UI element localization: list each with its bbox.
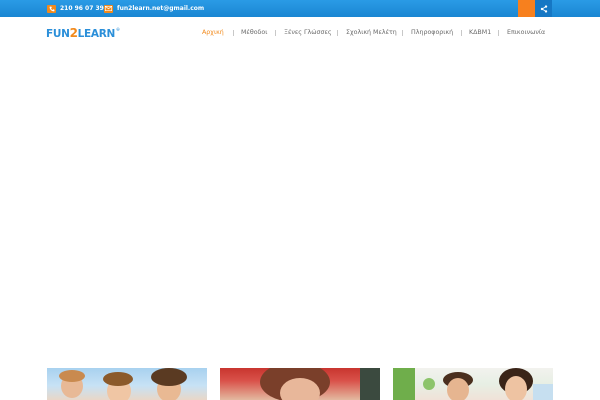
phone-number: 210 96 07 398 [60, 5, 109, 12]
nav-separator [233, 30, 234, 36]
nav-item-methods[interactable]: Μέθοδοι [241, 27, 267, 39]
feature-image-children[interactable] [47, 368, 207, 400]
nav-item-school-study[interactable]: Σχολική Μελέτη [346, 27, 397, 39]
nav-separator [275, 30, 276, 36]
nav-item-contact[interactable]: Επικοινωνία [507, 27, 545, 39]
nav-item-foreign-languages[interactable]: Ξένες Γλώσσες [284, 27, 332, 39]
nav-item-kdvm1[interactable]: ΚΔΒΜ1 [469, 27, 491, 39]
contact-phone[interactable]: 210 96 07 398 [47, 0, 108, 17]
nav-separator [402, 30, 403, 36]
contact-email[interactable]: fun2learn.net@gmail.com [104, 0, 204, 17]
email-address: fun2learn.net@gmail.com [117, 5, 205, 12]
main-nav: Αρχική Μέθοδοι Ξένες Γλώσσες Σχολική Μελ… [0, 27, 600, 39]
share-button[interactable] [535, 0, 552, 17]
feature-image-study[interactable] [220, 368, 380, 400]
nav-item-computing[interactable]: Πληροφορική [411, 27, 453, 39]
phone-icon [47, 4, 56, 13]
envelope-icon [104, 4, 113, 13]
share-icon [540, 4, 547, 13]
nav-separator [498, 30, 499, 36]
topbar-accent-block [518, 0, 535, 17]
nav-separator [337, 30, 338, 36]
top-bar: 210 96 07 398 fun2learn.net@gmail.com [0, 0, 600, 17]
hero-slider [0, 52, 600, 366]
nav-separator [461, 30, 462, 36]
feature-image-classroom[interactable] [393, 368, 553, 400]
nav-item-home[interactable]: Αρχική [202, 27, 224, 39]
